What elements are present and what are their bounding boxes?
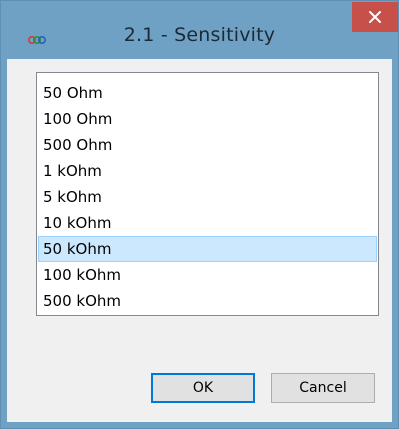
list-item-500-ohm[interactable]: 500 Ohm [38,132,377,158]
list-item-1-kohm[interactable]: 1 kOhm [38,158,377,184]
sensitivity-listbox[interactable]: 50 Ohm 100 Ohm 500 Ohm 1 kOhm 5 kOhm 10 … [36,72,379,316]
title-bar[interactable]: 2.1 - Sensitivity [1,1,398,59]
list-item-100-ohm[interactable]: 100 Ohm [38,106,377,132]
list-item-50-ohm[interactable]: 50 Ohm [38,80,377,106]
list-item-10-kohm[interactable]: 10 kOhm [38,210,377,236]
list-item-5-kohm[interactable]: 5 kOhm [38,184,377,210]
window-title: 2.1 - Sensitivity [123,24,276,46]
dialog-window: 2.1 - Sensitivity 50 Ohm 100 Ohm 500 Ohm… [0,0,399,429]
close-icon [368,8,382,27]
cancel-button[interactable]: Cancel [271,373,375,403]
list-item-500-kohm[interactable]: 500 kOhm [38,288,377,314]
close-button[interactable] [352,2,398,32]
list-item-50-kohm[interactable]: 50 kOhm [38,236,377,262]
list-item-100-kohm[interactable]: 100 kOhm [38,262,377,288]
ok-button[interactable]: OK [151,373,255,403]
dialog-content: 50 Ohm 100 Ohm 500 Ohm 1 kOhm 5 kOhm 10 … [8,59,391,416]
